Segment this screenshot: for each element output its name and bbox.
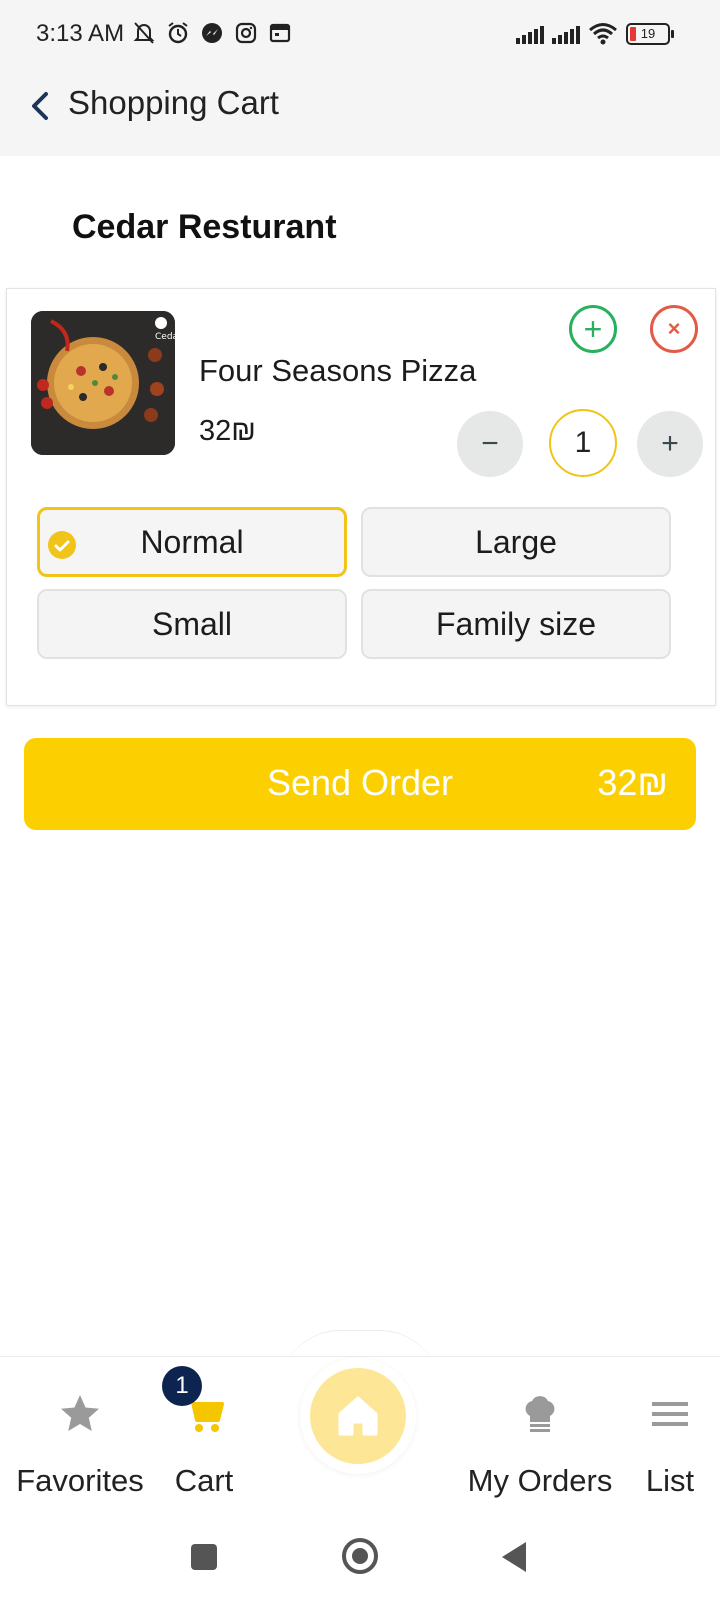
home-button-background	[310, 1368, 406, 1464]
messenger-icon	[200, 20, 224, 46]
nav-item-list[interactable]: List	[632, 1392, 708, 1499]
status-bar: 3:13 AM 19	[0, 0, 720, 70]
recents-icon[interactable]	[191, 1544, 217, 1570]
item-price: 32₪	[199, 415, 256, 447]
calendar-icon	[268, 20, 292, 46]
size-option-label: Normal	[140, 523, 244, 560]
system-navigation-bar	[0, 1516, 720, 1600]
app-header: Shopping Cart	[0, 70, 720, 156]
page-title: Shopping Cart	[68, 84, 279, 121]
increase-quantity-button[interactable]: +	[637, 411, 703, 477]
decrease-quantity-button[interactable]: −	[457, 411, 523, 477]
nav-label: List	[645, 1463, 695, 1498]
system-status-icons: 19	[516, 22, 674, 46]
image-logo-text: Cedar	[155, 332, 175, 342]
chevron-left-icon[interactable]	[22, 86, 62, 126]
size-option-small[interactable]: Small	[37, 589, 347, 659]
nav-label: Cart	[174, 1463, 234, 1498]
send-order-button[interactable]: Send Order 32₪	[24, 738, 696, 830]
nav-item-cart[interactable]: Cart	[164, 1392, 244, 1499]
home-icon	[338, 1396, 378, 1436]
nav-item-home[interactable]	[300, 1358, 416, 1474]
size-option-family[interactable]: Family size	[361, 589, 671, 659]
nav-label: Favorites	[16, 1463, 144, 1498]
add-item-button[interactable]: +	[569, 305, 617, 353]
nav-label: My Orders	[467, 1463, 613, 1498]
cart-count-badge: 1	[162, 1366, 202, 1406]
alarm-icon	[166, 20, 190, 46]
bell-off-icon	[132, 20, 156, 46]
nav-item-my-orders[interactable]: My Orders	[464, 1392, 616, 1499]
wifi-icon	[589, 23, 617, 45]
remove-item-button[interactable]: ×	[650, 305, 698, 353]
signal-icon	[516, 24, 544, 44]
order-total: 32₪	[597, 762, 668, 803]
item-name: Four Seasons Pizza	[199, 353, 477, 388]
cart-item-card: Cedar Four Seasons Pizza 32₪ + × − 1 + N…	[6, 288, 716, 706]
notification-icons	[132, 20, 292, 46]
pizza-image: Cedar	[31, 311, 175, 455]
status-time: 3:13 AM	[36, 20, 125, 47]
star-icon	[61, 1395, 99, 1431]
check-icon	[48, 531, 76, 559]
send-order-label: Send Order	[266, 762, 454, 803]
chef-hat-icon	[525, 1396, 555, 1432]
nav-item-favorites[interactable]: Favorites	[14, 1392, 146, 1499]
size-option-label: Family size	[435, 605, 596, 642]
size-option-label: Large	[475, 523, 557, 560]
instagram-icon	[234, 20, 258, 46]
system-home-icon[interactable]	[342, 1538, 378, 1574]
battery-icon: 19	[626, 23, 674, 45]
quantity-value: 1	[549, 409, 617, 477]
size-option-normal[interactable]: Normal	[37, 507, 347, 577]
restaurant-name: Cedar Resturant	[72, 208, 337, 246]
system-back-icon[interactable]	[502, 1542, 526, 1572]
menu-icon	[652, 1402, 688, 1426]
signal-icon	[552, 24, 580, 44]
size-option-label: Small	[151, 605, 232, 642]
size-option-large[interactable]: Large	[361, 507, 671, 577]
